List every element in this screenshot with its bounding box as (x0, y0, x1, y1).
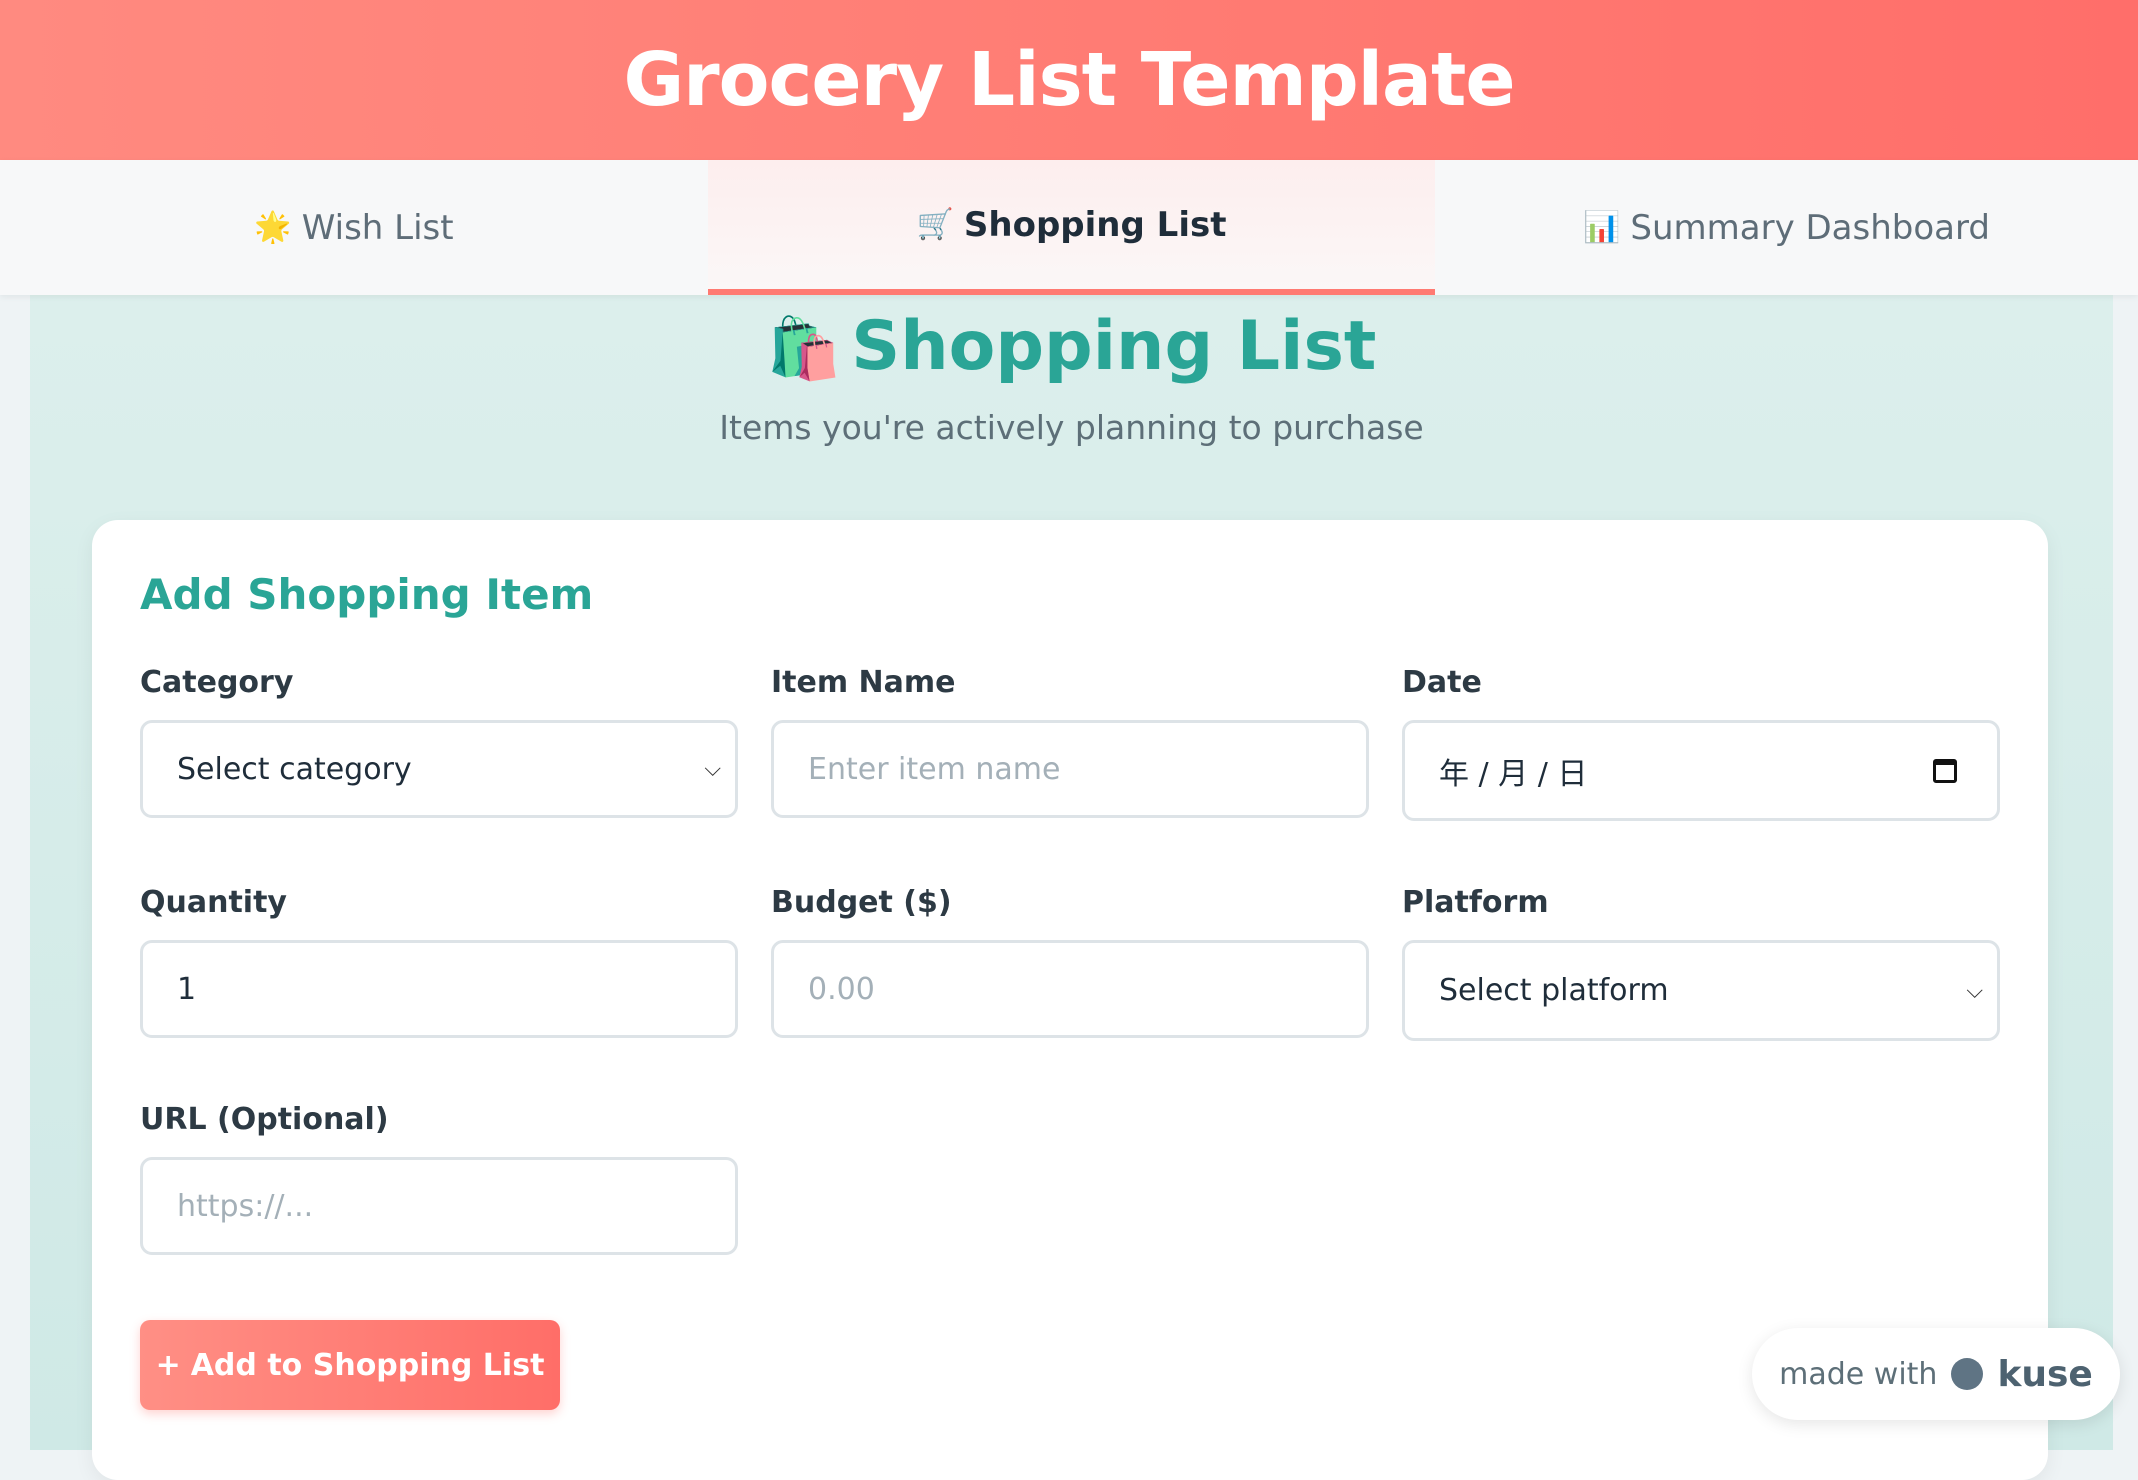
tab-label: Summary Dashboard (1630, 207, 1990, 248)
platform-select-value: Select platform (1439, 973, 1669, 1008)
category-label: Category (140, 665, 294, 700)
bar-chart-icon: 📊 (1583, 210, 1621, 245)
chevron-down-icon: ⌵ (704, 756, 721, 782)
section-title-text: Shopping List (851, 307, 1377, 386)
item-name-input[interactable]: Enter item name (771, 720, 1369, 818)
date-field: Date 年 / 月 / 日 (1402, 665, 2000, 821)
platform-select[interactable]: Select platform ⌵ (1402, 940, 2000, 1041)
url-input[interactable]: https://... (140, 1157, 738, 1255)
section-subtitle: Items you're actively planning to purcha… (719, 408, 1424, 447)
item-name-placeholder: Enter item name (808, 751, 1061, 787)
category-field: Category Select category ⌵ (140, 665, 738, 818)
tab-wish-list[interactable]: 🌟 Wish List (0, 160, 708, 295)
quantity-field: Quantity 1 (140, 885, 738, 1038)
section-title: 🛍️ Shopping List (30, 307, 2113, 386)
item-name-label: Item Name (771, 665, 956, 700)
category-select-value: Select category (177, 751, 412, 787)
date-input[interactable]: 年 / 月 / 日 (1402, 720, 2000, 821)
budget-field: Budget ($) 0.00 (771, 885, 1369, 1038)
cart-icon: 🛒 (916, 207, 954, 242)
tab-label: Wish List (301, 207, 454, 248)
budget-placeholder: 0.00 (808, 971, 875, 1007)
quantity-label: Quantity (140, 885, 287, 920)
budget-input[interactable]: 0.00 (771, 940, 1369, 1038)
item-name-field: Item Name Enter item name (771, 665, 1369, 818)
tab-shopping-list[interactable]: 🛒 Shopping List (708, 160, 1435, 295)
made-with-badge[interactable]: made with kuse (1752, 1328, 2120, 1420)
category-select[interactable]: Select category ⌵ (140, 720, 738, 818)
quantity-input[interactable]: 1 (140, 940, 738, 1038)
date-label: Date (1402, 665, 1482, 700)
badge-text: made with (1779, 1356, 1938, 1392)
app-title: Grocery List Template (623, 37, 1515, 123)
url-field: URL (Optional) https://... (140, 1102, 738, 1255)
shopping-bags-icon: 🛍️ (766, 314, 842, 384)
kuse-logo-icon (1951, 1358, 1984, 1390)
platform-field: Platform Select platform ⌵ (1402, 885, 2000, 1041)
add-to-shopping-list-button[interactable]: + Add to Shopping List (140, 1320, 560, 1410)
url-placeholder: https://... (177, 1188, 314, 1224)
brand-name: kuse (1997, 1353, 2093, 1395)
tab-summary-dashboard[interactable]: 📊 Summary Dashboard (1435, 160, 2138, 295)
star-icon: 🌟 (254, 210, 292, 245)
tab-label: Shopping List (963, 204, 1227, 245)
shopping-list-panel: 🛍️ Shopping List Items you're actively pl… (30, 295, 2113, 1480)
add-item-card: Add Shopping Item Category Select catego… (92, 520, 2048, 1480)
quantity-value: 1 (177, 971, 197, 1007)
tab-bar: 🌟 Wish List 🛒 Shopping List 📊 Summary Da… (0, 160, 2138, 295)
card-title: Add Shopping Item (140, 570, 594, 619)
date-value: 年 / 月 / 日 (1439, 756, 1588, 792)
budget-label: Budget ($) (771, 885, 952, 920)
plus-icon: + (155, 1347, 181, 1383)
button-label: Add to Shopping List (190, 1347, 545, 1383)
platform-label: Platform (1402, 885, 1549, 920)
chevron-down-icon: ⌵ (1966, 978, 1983, 1003)
app-header: Grocery List Template (0, 0, 2138, 160)
url-label: URL (Optional) (140, 1102, 389, 1137)
calendar-icon[interactable] (1933, 758, 1957, 783)
